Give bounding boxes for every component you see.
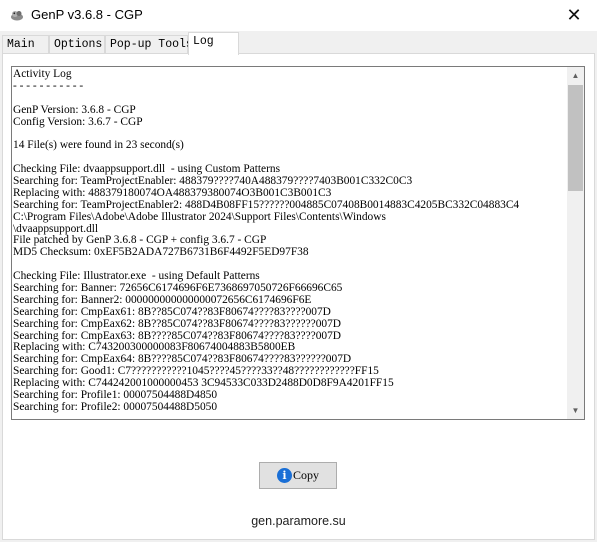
app-window: GenP v3.6.8 - CGP ✕ Main Options Pop-up … (0, 0, 597, 542)
close-icon: ✕ (566, 5, 582, 25)
tab-popup-tools[interactable]: Pop-up Tools (105, 35, 193, 53)
tab-main[interactable]: Main (2, 35, 49, 53)
log-line: GenP Version: 3.6.8 - CGP (13, 103, 136, 116)
log-line: MD5 Checksum: 0xEF5B2ADA727B6731B6F4492F… (13, 246, 309, 259)
tab-options[interactable]: Options (49, 35, 105, 53)
log-line: C:\Program Files\Adobe\Adobe Illustrator… (13, 210, 386, 223)
log-line: Activity Log (13, 69, 72, 80)
tab-label: Log (193, 35, 214, 48)
app-icon (11, 11, 23, 21)
log-line: Searching for: CmpEax62: 8B??85C074??83F… (13, 317, 342, 330)
activity-log-textarea[interactable]: Activity Log - - - - - - - - - - - GenP Ve… (11, 66, 585, 420)
copy-button-label: Copy (292, 468, 319, 482)
tab-log[interactable]: Log (188, 32, 239, 55)
scrollbar-thumb[interactable] (568, 85, 583, 191)
scroll-up-icon[interactable]: ▲ (567, 67, 584, 84)
log-line: - - - - - - - - - - - (13, 79, 84, 92)
log-line: 14 File(s) were found in 23 second(s) (13, 139, 184, 152)
log-line: Config Version: 3.6.7 - CGP (13, 115, 143, 128)
title-bar: GenP v3.6.8 - CGP ✕ (0, 0, 597, 31)
tab-label: Main (7, 38, 35, 51)
log-line: Searching for: CmpEax61: 8B??85C074??83F… (13, 305, 331, 318)
log-line: Replacing with: 488379180074OA4883793800… (13, 186, 332, 199)
website-link[interactable]: gen.paramore.su (0, 514, 597, 528)
close-button[interactable]: ✕ (551, 0, 597, 31)
tab-label: Pop-up Tools (110, 38, 193, 51)
tab-label: Options (54, 38, 103, 51)
copy-button[interactable]: i Copy (259, 462, 337, 489)
info-icon: i (276, 468, 292, 483)
tab-strip: Main Options Pop-up Tools Log (0, 32, 597, 55)
activity-log-content: Activity Log - - - - - - - - - - - GenP Ve… (13, 69, 566, 419)
window-title: GenP v3.6.8 - CGP (31, 7, 143, 22)
scroll-down-icon[interactable]: ▼ (567, 402, 584, 419)
vertical-scrollbar[interactable]: ▲ ▼ (567, 67, 584, 419)
log-line: Searching for: TeamProjectEnabler2: 488D… (13, 198, 520, 211)
log-line: Searching for: Profile2: 00007504488D505… (13, 400, 218, 413)
